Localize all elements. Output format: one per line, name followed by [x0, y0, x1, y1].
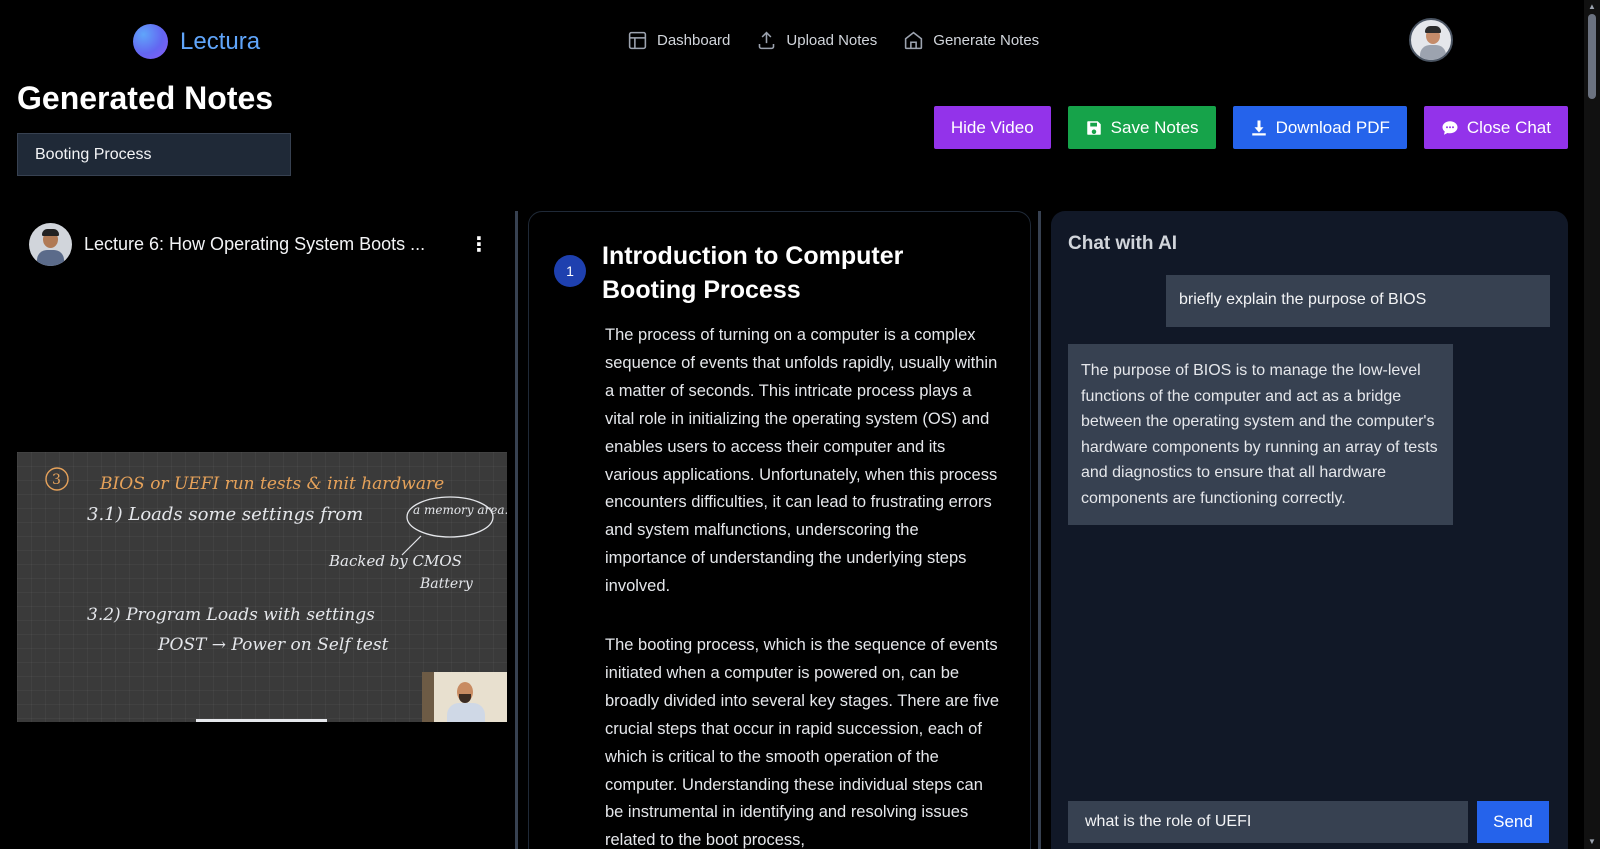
save-notes-button[interactable]: Save Notes	[1067, 106, 1216, 149]
scroll-thumb[interactable]	[1588, 14, 1596, 99]
layout-icon	[628, 31, 647, 50]
column-divider-left[interactable]	[515, 211, 518, 849]
nav-dashboard[interactable]: Dashboard	[627, 30, 730, 51]
nav-generate-label: Generate Notes	[933, 32, 1040, 49]
page-title: Generated Notes	[17, 80, 274, 116]
nav-upload-label: Upload Notes	[786, 32, 878, 49]
channel-avatar[interactable]	[29, 223, 72, 266]
notes-paragraph: The booting process, which is the sequen…	[605, 636, 1000, 849]
floppy-icon	[1086, 120, 1101, 135]
pip-beard	[459, 694, 471, 703]
home-icon	[905, 31, 923, 50]
channel-avatar-hair	[42, 229, 59, 236]
chat-bubble-icon	[1442, 120, 1458, 135]
save-notes-label: Save Notes	[1110, 117, 1199, 137]
video-panel: Lecture 6: How Operating System Boots ..…	[17, 213, 507, 722]
video-title[interactable]: Lecture 6: How Operating System Boots ..…	[84, 234, 451, 255]
action-bar: Hide Video Save Notes Download PDF Close…	[933, 106, 1568, 149]
user-avatar[interactable]	[1409, 18, 1453, 62]
avatar-body	[1420, 45, 1446, 60]
column-divider-right[interactable]	[1038, 211, 1041, 849]
send-button[interactable]: Send	[1477, 801, 1549, 843]
board-line-1: BIOS or UEFI run tests & init hardware	[99, 474, 444, 494]
hide-video-label: Hide Video	[950, 117, 1034, 137]
chat-title: Chat with AI	[1068, 233, 1178, 254]
board-line-2: 3.1) Loads some settings from	[87, 504, 363, 525]
notes-panel: 1 Introduction to Computer Booting Proce…	[528, 211, 1031, 849]
hide-video-button[interactable]: Hide Video	[933, 106, 1051, 149]
chat-panel: Chat with AI briefly explain the purpose…	[1051, 211, 1568, 849]
video-player[interactable]: 3 BIOS or UEFI run tests & init hardware…	[17, 452, 507, 722]
section-number-badge: 1	[554, 255, 586, 287]
scroll-up-arrow-icon[interactable]: ▲	[1587, 2, 1597, 12]
download-icon	[1251, 120, 1266, 135]
video-header: Lecture 6: How Operating System Boots ..…	[17, 213, 507, 276]
avatar-hair	[1425, 26, 1441, 33]
ai-message: The purpose of BIOS is to manage the low…	[1068, 344, 1453, 525]
board-line-5: Battery	[419, 576, 474, 592]
scroll-down-arrow-icon[interactable]: ▼	[1587, 837, 1597, 847]
logo-orb-icon	[133, 24, 168, 59]
board-line-6: 3.2) Program Loads with settings	[87, 605, 375, 625]
presenter-pip	[422, 672, 507, 722]
board-line-4: Backed by CMOS	[328, 552, 462, 570]
page-scrollbar[interactable]: ▲ ▼	[1584, 0, 1600, 849]
close-chat-label: Close Chat	[1466, 117, 1551, 137]
user-message: briefly explain the purpose of BIOS	[1166, 275, 1550, 327]
pip-body	[447, 703, 485, 722]
chat-input[interactable]	[1068, 801, 1468, 843]
board-line-3: a memory area.	[413, 503, 507, 517]
nav-generate-notes[interactable]: Generate Notes	[903, 30, 1039, 51]
upload-icon	[759, 31, 775, 50]
board-line-7: POST → Power on Self test	[157, 635, 389, 655]
nav-upload-notes[interactable]: Upload Notes	[756, 30, 877, 51]
download-pdf-label: Download PDF	[1275, 117, 1390, 137]
top-nav: Dashboard Upload Notes Generate Notes	[627, 30, 1039, 51]
section-title: Introduction to Computer Booting Process	[602, 242, 904, 304]
pip-shelf	[422, 672, 434, 722]
video-progress-bar[interactable]	[196, 719, 327, 722]
app-name: Lectura	[180, 27, 261, 55]
board-step: 3	[52, 472, 61, 488]
close-chat-button[interactable]: Close Chat	[1423, 106, 1568, 149]
notes-paragraph: The process of turning on a computer is …	[605, 326, 998, 596]
notes-title-input[interactable]	[17, 133, 291, 176]
logo[interactable]: Lectura	[133, 24, 260, 59]
channel-avatar-body	[37, 250, 64, 266]
app-root: Lectura Dashboard Upload Notes Generate …	[0, 0, 1600, 849]
download-pdf-button[interactable]: Download PDF	[1232, 106, 1407, 149]
nav-dashboard-label: Dashboard	[657, 32, 731, 49]
more-options-icon[interactable]: ⋮	[463, 232, 495, 257]
